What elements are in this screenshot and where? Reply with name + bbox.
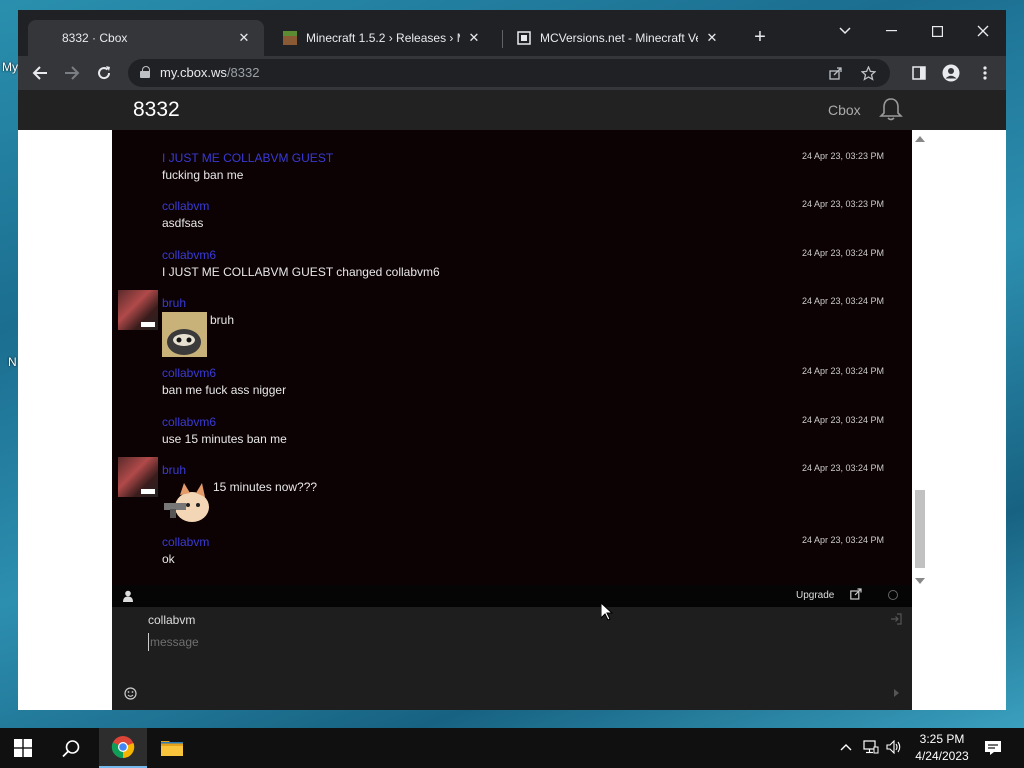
notification-center-icon[interactable]	[984, 740, 1002, 756]
taskbar-file-explorer[interactable]	[148, 728, 196, 768]
page-title: 8332	[133, 98, 180, 121]
bookmark-star-icon[interactable]	[858, 63, 878, 83]
tab-title: MCVersions.net - Minecraft Versi	[540, 31, 698, 45]
message-text: asdfsas	[162, 216, 204, 230]
tray-chevron-up-icon[interactable]	[840, 740, 852, 754]
mouse-cursor-icon	[600, 601, 614, 621]
maximize-button[interactable]	[914, 16, 960, 46]
message-timestamp: 24 Apr 23, 03:23 PM	[801, 199, 884, 209]
message-text: ban me fuck ass nigger	[162, 383, 287, 397]
folder-icon	[161, 741, 183, 756]
scroll-down-arrow-icon[interactable]	[915, 578, 925, 584]
avatar[interactable]	[118, 290, 158, 330]
bell-icon[interactable]	[878, 96, 904, 122]
message-text: ok	[162, 552, 175, 566]
network-icon[interactable]	[863, 740, 879, 757]
external-link-icon[interactable]	[850, 588, 864, 602]
url-text[interactable]: my.cbox.ws/8332	[160, 65, 259, 80]
send-arrow-icon[interactable]	[894, 689, 899, 697]
volume-icon[interactable]	[886, 739, 902, 757]
chat-scrollbar[interactable]	[912, 130, 928, 590]
scroll-thumb[interactable]	[915, 490, 925, 568]
message-text: 15 minutes now???	[213, 480, 318, 494]
browser-window: 8332 · Cbox ✕ Minecraft 1.5.2 › Releases…	[18, 10, 1006, 710]
message-author[interactable]: collabvm6	[162, 366, 216, 380]
taskbar-chrome[interactable]	[99, 728, 147, 768]
tab-title: Minecraft 1.5.2 › Releases › MC-F	[306, 31, 460, 45]
lock-icon[interactable]	[140, 66, 150, 78]
cat-with-gun-emote-icon	[162, 479, 210, 524]
chat-footer-bar: Upgrade	[112, 585, 912, 607]
chat-message-list[interactable]: I JUST ME COLLABVM GUEST fucking ban me …	[112, 130, 912, 590]
message-text: bruh	[210, 313, 235, 327]
desktop-icon-label[interactable]: My	[2, 60, 18, 74]
profile-avatar-icon[interactable]	[938, 60, 964, 86]
windows-taskbar: 3:25 PM 4/24/2023	[0, 728, 1024, 768]
user-icon[interactable]	[122, 589, 136, 603]
tab-title: 8332 · Cbox	[62, 31, 128, 45]
tab-search-chevron-icon[interactable]	[822, 16, 868, 46]
system-clock[interactable]: 3:25 PM 4/24/2023	[904, 731, 980, 765]
tab-minecraft-releases[interactable]: Minecraft 1.5.2 › Releases › MC-F ✕	[270, 20, 494, 56]
cbox-brand-link[interactable]: Cbox	[828, 102, 861, 118]
message-timestamp: 24 Apr 23, 03:24 PM	[801, 248, 884, 258]
tab-mcversions[interactable]: MCVersions.net - Minecraft Versi ✕	[504, 20, 732, 56]
mcversions-favicon-icon	[516, 30, 532, 46]
message-timestamp: 24 Apr 23, 03:24 PM	[801, 415, 884, 425]
desktop-icon-label[interactable]: N	[8, 355, 17, 369]
tab-separator	[502, 30, 503, 48]
clock-date: 4/24/2023	[915, 749, 969, 763]
close-icon[interactable]: ✕	[236, 30, 252, 46]
raccoon-emote-icon	[162, 312, 207, 357]
message-timestamp: 24 Apr 23, 03:24 PM	[801, 366, 884, 376]
message-text: fucking ban me	[162, 168, 244, 182]
message-timestamp: 24 Apr 23, 03:24 PM	[801, 463, 884, 473]
message-timestamp: 24 Apr 23, 03:24 PM	[801, 535, 884, 545]
emoji-smiley-icon[interactable]	[124, 687, 137, 703]
clock-time: 3:25 PM	[919, 732, 965, 746]
message-author[interactable]: collabvm	[162, 199, 209, 213]
minecraft-favicon-icon	[282, 30, 298, 46]
message-text: use 15 minutes ban me	[162, 432, 287, 446]
share-icon[interactable]	[826, 63, 846, 83]
message-author[interactable]: bruh	[162, 463, 186, 477]
close-icon[interactable]: ✕	[466, 30, 482, 46]
status-circle-icon[interactable]	[888, 590, 898, 600]
message-text: I JUST ME COLLABVM GUEST changed collabv…	[162, 265, 440, 279]
windows-start-icon[interactable]	[14, 739, 32, 757]
message-author[interactable]: bruh	[162, 296, 186, 310]
close-window-button[interactable]	[960, 16, 1006, 46]
browser-toolbar: my.cbox.ws/8332	[18, 56, 1006, 90]
message-timestamp: 24 Apr 23, 03:24 PM	[801, 296, 884, 306]
login-icon[interactable]	[890, 613, 902, 628]
avatar[interactable]	[118, 457, 158, 497]
url-host: my.cbox.ws	[160, 65, 227, 80]
side-panel-icon[interactable]	[906, 60, 932, 86]
tab-cbox[interactable]: 8332 · Cbox ✕	[28, 20, 264, 56]
url-path: /8332	[226, 65, 260, 80]
back-button[interactable]	[27, 60, 53, 86]
address-bar[interactable]: my.cbox.ws/8332	[128, 59, 890, 87]
message-author[interactable]: collabvm	[162, 535, 209, 549]
upgrade-link[interactable]: Upgrade	[796, 590, 834, 601]
message-author[interactable]: collabvm6	[162, 415, 216, 429]
search-icon[interactable]	[60, 738, 82, 760]
reload-button[interactable]	[91, 60, 117, 86]
compose-area: collabvm	[112, 607, 912, 710]
compose-username[interactable]: collabvm	[148, 613, 195, 627]
message-timestamp: 24 Apr 23, 03:23 PM	[801, 151, 884, 161]
forward-button[interactable]	[59, 60, 85, 86]
message-input[interactable]	[148, 633, 868, 651]
new-tab-button[interactable]: +	[748, 26, 772, 50]
cbox-header: 8332 Cbox	[18, 90, 1006, 130]
browser-menu-icon[interactable]	[972, 60, 998, 86]
scroll-up-arrow-icon[interactable]	[915, 136, 925, 142]
tab-strip: 8332 · Cbox ✕ Minecraft 1.5.2 › Releases…	[18, 10, 1006, 56]
minimize-button[interactable]	[868, 16, 914, 46]
close-icon[interactable]: ✕	[704, 30, 720, 46]
message-author[interactable]: collabvm6	[162, 248, 216, 262]
chrome-icon	[111, 736, 135, 759]
message-author[interactable]: I JUST ME COLLABVM GUEST	[162, 151, 333, 165]
